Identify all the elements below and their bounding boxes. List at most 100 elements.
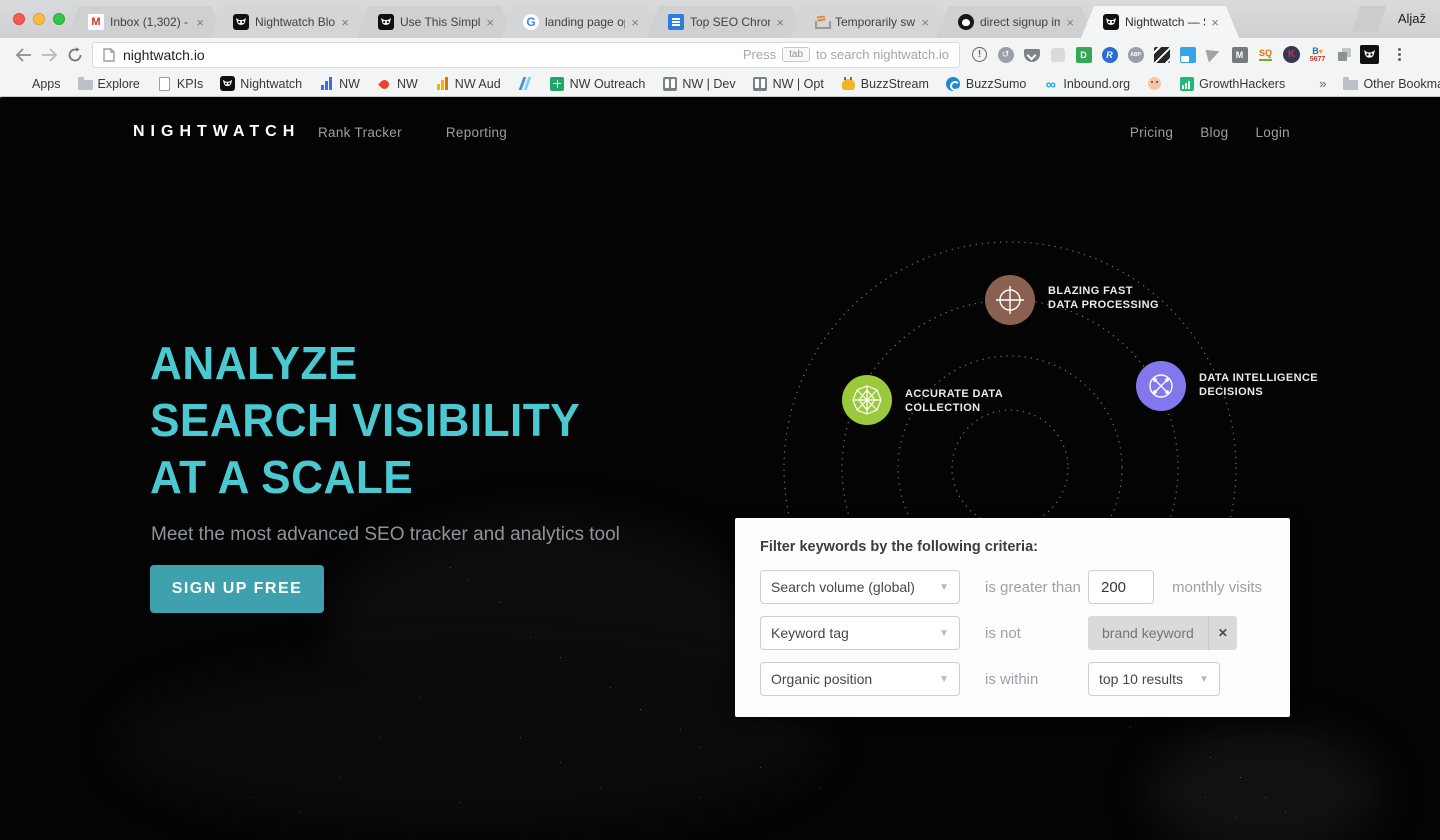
bookmark-nw-flame[interactable]: NW [377,76,418,91]
tab-direct-signup[interactable]: direct signup impr × [936,6,1094,38]
adblock-plus-extension-icon[interactable]: ABP [1126,45,1145,64]
page-icon [103,48,115,62]
site-nav-left: Rank Tracker Reporting [318,125,507,140]
tab-close-icon[interactable]: × [1066,16,1074,29]
tab-close-icon[interactable]: × [776,16,784,29]
select-value: Keyword tag [771,625,849,641]
bookmark-nw-aud[interactable]: NW Aud [435,76,501,91]
back-button[interactable] [10,42,36,68]
tab-close-icon[interactable]: × [341,16,349,29]
tab-title: landing page optim [545,15,625,29]
bookmark-explore[interactable]: Explore [78,76,140,91]
bookmarks-overflow-chevron[interactable]: » [1319,76,1326,91]
nav-login[interactable]: Login [1255,125,1290,140]
map-texture [1150,727,1380,840]
medium-extension-icon[interactable]: M [1230,45,1249,64]
feature-accurate-data: ACCURATE DATA COLLECTION [842,375,892,425]
close-window-button[interactable] [13,13,25,25]
nav-reporting[interactable]: Reporting [446,125,507,140]
bookmark-kpis[interactable]: KPIs [157,76,203,91]
bookmark-nw-opt[interactable]: NW | Opt [753,76,824,91]
map-texture [120,657,820,827]
disabled-extension-icon[interactable] [1048,45,1067,64]
screenshot-extension-icon[interactable] [1178,45,1197,64]
bookmark-label: Apps [32,77,61,91]
d-extension-icon[interactable]: D [1074,45,1093,64]
tab-top-seo-chrome[interactable]: Top SEO Chrome E × [646,6,804,38]
address-bar[interactable]: nightwatch.io Press tab to search nightw… [92,42,960,68]
monthly-visits-input[interactable] [1088,570,1154,604]
tab-title: Temporarily switch [835,15,915,29]
bookmark-nw-analytics[interactable]: NW [319,76,360,91]
sign-up-free-button[interactable]: SIGN UP FREE [150,565,324,613]
seoquake-extension-icon[interactable]: SQ [1256,45,1275,64]
minimize-window-button[interactable] [33,13,45,25]
bookmark-apps[interactable]: Apps [12,76,61,91]
buzzsumo-icon [946,76,961,91]
tab-use-this-simple[interactable]: Use This Simple T × [356,6,514,38]
nightwatch-logo[interactable]: NIGHTWATCH [133,123,300,141]
bookmark-slashes[interactable] [518,76,533,91]
chip-label: brand keyword [1088,616,1208,650]
tab-temporarily-switch[interactable]: Temporarily switch × [791,6,949,38]
google-docs-icon [668,14,684,30]
sync-extension-icon[interactable]: ↺ [996,45,1015,64]
bookmark-nightwatch[interactable]: Nightwatch [220,76,302,91]
tab-inbox[interactable]: M Inbox (1,302) - alj × [66,6,224,38]
other-bookmarks[interactable]: Other Bookmarks [1343,76,1440,91]
nav-rank-tracker[interactable]: Rank Tracker [318,125,402,140]
bookmark-growthhackers[interactable]: GrowthHackers [1179,76,1285,91]
bookmark-inbound[interactable]: ∞ Inbound.org [1043,76,1130,91]
r-extension-icon[interactable]: R [1100,45,1119,64]
bookmark-nw-dev[interactable]: NW | Dev [662,76,735,91]
tab-close-icon[interactable]: × [1211,16,1219,29]
feedly-flag-extension-icon[interactable] [1152,45,1171,64]
github-icon [958,14,974,30]
klout-extension-icon[interactable]: K [1282,45,1301,64]
tabs: M Inbox (1,302) - alj × Nightwatch Blog … [66,6,1226,38]
reload-button[interactable] [62,42,88,68]
nightwatch-extension-icon[interactable] [1360,45,1379,64]
bookmark-nw-outreach[interactable]: NW Outreach [550,76,646,91]
window-controls [13,13,65,25]
bookmark-buzzsumo[interactable]: BuzzSumo [946,76,1026,91]
page-info-extension-icon[interactable]: ! [970,45,989,64]
tab-title: Top SEO Chrome E [690,15,770,29]
gem-wireframe-icon [842,375,892,425]
bookmark-buzzstream[interactable]: BuzzStream [841,76,929,91]
forward-button[interactable] [36,42,62,68]
spreadsheet-icon [550,76,565,91]
tab-close-icon[interactable]: × [196,16,204,29]
bookmark-face[interactable] [1147,76,1162,91]
url-text[interactable]: nightwatch.io [123,47,735,63]
tab-landing-page[interactable]: G landing page optim × [501,6,659,38]
extension-icons: ! ↺ D R ABP M SQ K B 5677 [970,45,1409,64]
tab-close-icon[interactable]: × [921,16,929,29]
nav-pricing[interactable]: Pricing [1130,125,1173,140]
field-select-organic-position[interactable]: Organic position ▼ [760,662,960,696]
value-column: top 10 results ▼ [1088,662,1220,696]
fullscreen-window-button[interactable] [53,13,65,25]
tab-close-icon[interactable]: × [631,16,639,29]
nav-blog[interactable]: Blog [1200,125,1228,140]
builtwith-extension-icon[interactable]: B 5677 [1308,45,1327,64]
field-select-keyword-tag[interactable]: Keyword tag ▼ [760,616,960,650]
pocket-extension-icon[interactable] [1022,45,1041,64]
tab-close-icon[interactable]: × [486,16,494,29]
field-select-search-volume[interactable]: Search volume (global) ▼ [760,570,960,604]
nightwatch-owl-icon [378,14,394,30]
tab-nightwatch-blog[interactable]: Nightwatch Blog | × [211,6,369,38]
filter-panel: Filter keywords by the following criteri… [735,518,1290,717]
new-tab-button[interactable] [1352,6,1386,32]
chrome-menu-icon[interactable] [1390,45,1409,64]
chip-remove-icon[interactable]: ✕ [1208,616,1237,650]
sessions-extension-icon[interactable] [1334,45,1353,64]
bookmark-label: GrowthHackers [1199,77,1285,91]
send-extension-icon[interactable] [1204,45,1223,64]
builtwith-badge: 5677 [1310,56,1326,63]
tab-nightwatch-active[interactable]: Nightwatch — Sea × [1081,6,1239,38]
top-results-select[interactable]: top 10 results ▼ [1088,662,1220,696]
filter-panel-title: Filter keywords by the following criteri… [760,539,1038,555]
browser-profile-name[interactable]: Aljaž [1398,11,1426,26]
bookmark-label: BuzzSumo [966,77,1026,91]
